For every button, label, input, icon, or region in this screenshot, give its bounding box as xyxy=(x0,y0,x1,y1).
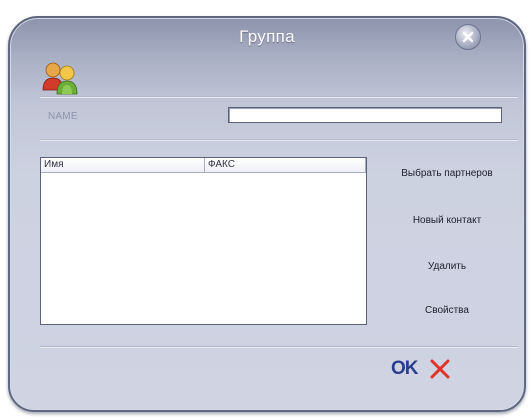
group-icon xyxy=(42,62,78,95)
name-label: NAME xyxy=(48,111,78,122)
cancel-icon xyxy=(430,359,450,379)
screen: Группа NAME Имя ФАКС Выбрать партнеров Н… xyxy=(0,0,532,420)
column-header-name[interactable]: Имя xyxy=(41,158,205,172)
top-divider xyxy=(40,96,518,98)
name-field[interactable] xyxy=(228,107,502,123)
properties-button[interactable]: Свойства xyxy=(382,305,512,316)
close-button[interactable] xyxy=(455,24,481,50)
new-contact-button[interactable]: Новый контакт xyxy=(382,215,512,226)
close-icon xyxy=(462,31,474,43)
column-header-fax[interactable]: ФАКС xyxy=(205,158,366,172)
middle-divider xyxy=(40,139,518,141)
members-list[interactable]: Имя ФАКС xyxy=(40,157,367,325)
title-bar[interactable]: Группа xyxy=(10,18,524,58)
select-partners-button[interactable]: Выбрать партнеров xyxy=(382,168,512,179)
list-header: Имя ФАКС xyxy=(41,158,366,173)
group-dialog: Группа NAME Имя ФАКС Выбрать партнеров Н… xyxy=(8,16,526,412)
cancel-button[interactable] xyxy=(428,357,452,381)
dialog-title: Группа xyxy=(239,27,295,46)
bottom-divider xyxy=(40,346,518,348)
ok-button[interactable]: OK xyxy=(391,358,418,380)
delete-button[interactable]: Удалить xyxy=(382,261,512,272)
